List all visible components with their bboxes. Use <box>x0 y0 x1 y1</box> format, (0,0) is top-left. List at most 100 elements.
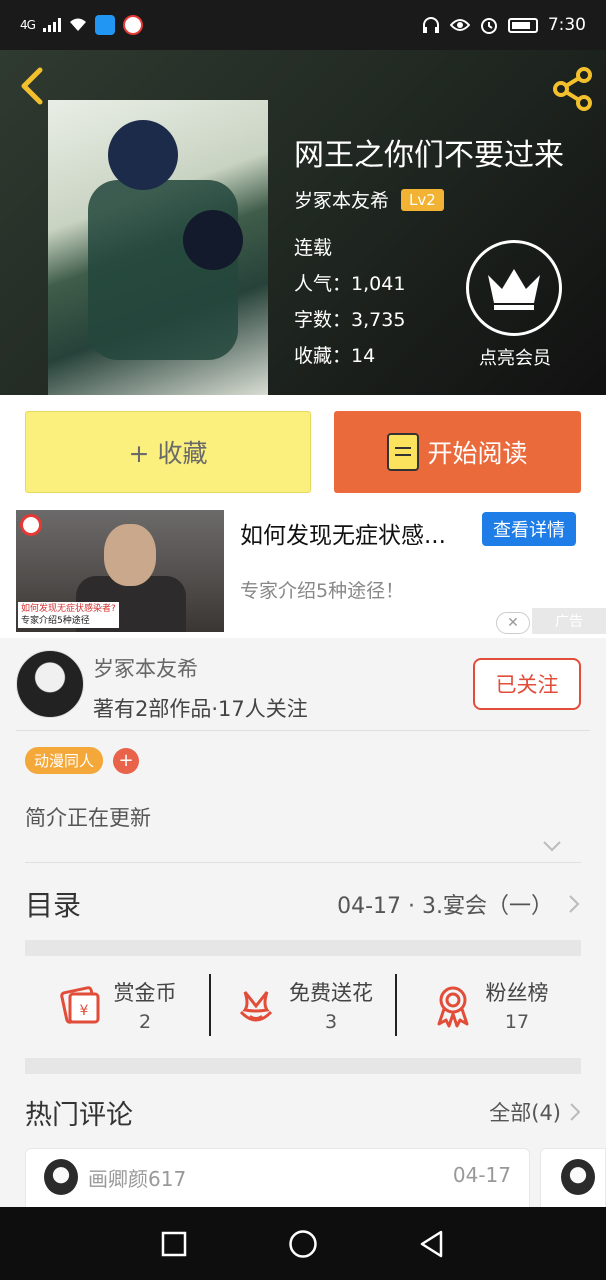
author-name[interactable]: 岁冢本友希 <box>294 186 389 213</box>
avatar[interactable] <box>561 1159 595 1195</box>
add-tag-button[interactable]: + <box>113 747 140 774</box>
eye-icon <box>449 19 470 31</box>
ad-subtitle: 专家介绍5种途径！ <box>240 580 405 602</box>
fan-ranking-label: 粉丝榜 <box>485 981 549 1005</box>
vip-label: 点亮会员 <box>479 348 551 369</box>
expand-intro-button[interactable] <box>542 838 562 858</box>
section-separator <box>25 1058 581 1074</box>
vip-circle <box>466 240 562 336</box>
start-reading-button[interactable]: 开始阅读 <box>334 411 581 493</box>
free-flower-text: 免费送花 3 <box>289 977 373 1033</box>
table-of-contents-row[interactable]: 目录 04-17 · 3.宴会（一） <box>25 882 581 926</box>
hot-comments-title: 热门评论 <box>25 1099 133 1131</box>
triangle-back-icon <box>420 1230 442 1257</box>
medal-icon <box>437 986 468 1028</box>
level-badge: Lv2 <box>401 188 444 211</box>
ad-image[interactable]: 如何发现无症状感染者? 专家介绍5种途径 <box>16 510 224 632</box>
fan-ranking-value: 17 <box>504 1011 530 1033</box>
all-comments-link[interactable]: 全部(4) <box>489 1097 561 1127</box>
recent-apps-button[interactable] <box>156 1226 192 1262</box>
clock: 7:30 <box>547 15 586 35</box>
intro-text: 简介正在更新 <box>25 806 151 830</box>
comment-card[interactable] <box>540 1148 606 1208</box>
reward-coins-stat[interactable]: ¥ 赏金币 2 <box>25 977 209 1033</box>
vip-button[interactable]: 点亮会员 <box>466 240 564 370</box>
back-button[interactable] <box>16 66 52 106</box>
status-left: 4G <box>20 15 143 35</box>
square-icon <box>162 1231 187 1256</box>
alarm-icon <box>480 18 497 34</box>
author-divider <box>16 730 590 731</box>
home-button[interactable] <box>285 1226 321 1262</box>
status-bar: 4G 7:30 <box>0 0 606 50</box>
book-cover[interactable] <box>48 100 268 395</box>
start-reading-label: 开始阅读 <box>427 439 528 468</box>
book-title: 网王之你们不要过来 <box>294 138 564 173</box>
share-button[interactable] <box>550 66 596 112</box>
avatar[interactable] <box>44 1159 78 1195</box>
free-flower-value: 3 <box>324 1011 338 1033</box>
section-separator <box>25 940 581 956</box>
ad-title[interactable]: 如何发现无症状感... <box>240 516 446 550</box>
support-stats: ¥ 赏金币 2 免费送花 3 粉丝榜 17 <box>25 970 581 1040</box>
status-right: 7:30 <box>422 15 586 35</box>
hot-comments-header: 热门评论 全部(4) <box>25 1092 581 1132</box>
word-count-value: 3,735 <box>351 309 406 331</box>
chevron-right-icon <box>569 895 580 913</box>
crown-icon <box>488 269 540 310</box>
chevron-right-icon[interactable] <box>569 1102 581 1122</box>
word-count-label: 字数： <box>294 309 352 331</box>
add-favorite-button[interactable]: + 收藏 <box>25 411 311 493</box>
popularity-value: 1,041 <box>351 273 406 295</box>
ad-image-figure-head <box>104 524 156 586</box>
popularity-row: 人气：1,041 <box>294 266 405 302</box>
follow-button[interactable]: 已关注 <box>473 658 581 710</box>
latest-chapter: 04-17 · 3.宴会（一） <box>337 894 553 919</box>
cover-figure-head <box>108 120 178 190</box>
action-bar: + 收藏 开始阅读 <box>0 395 606 510</box>
battery-icon <box>507 17 538 33</box>
fan-ranking-stat[interactable]: 粉丝榜 17 <box>397 977 581 1033</box>
headphone-icon <box>422 17 439 33</box>
favorites-label: 收藏： <box>294 345 352 367</box>
share-icon <box>553 67 592 111</box>
ad-image-caption: 如何发现无症状感染者? 专家介绍5种途径 <box>18 602 119 628</box>
chevron-left-icon <box>21 67 43 105</box>
comment-date: 04-17 <box>452 1163 511 1187</box>
fan-ranking-text: 粉丝榜 17 <box>486 977 549 1033</box>
news-app-icon <box>122 15 143 35</box>
ad-tag: 广告 <box>532 608 606 634</box>
free-flower-label: 免费送花 <box>289 981 373 1005</box>
ad-view-details-button[interactable]: 查看详情 <box>482 512 576 546</box>
comment-card[interactable]: 画卿颜617 04-17 <box>25 1148 530 1208</box>
ad-banner[interactable]: 如何发现无症状感染者? 专家介绍5种途径 如何发现无症状感... 查看详情 专家… <box>0 510 606 638</box>
book-header: 网王之你们不要过来 岁冢本友希 Lv2 连载 人气：1,041 字数：3,735… <box>0 50 606 395</box>
ad-image-caption-line-1: 如何发现无症状感染者? <box>21 604 116 614</box>
cover-figure-head-2 <box>183 210 243 270</box>
author-card-name[interactable]: 岁冢本友希 <box>93 653 198 683</box>
red-envelope-icon: ¥ <box>59 986 99 1024</box>
author-card: 岁冢本友希 著有2部作品·17人关注 已关注 <box>0 638 606 732</box>
reward-coins-label: 赏金币 <box>113 981 177 1005</box>
word-count-row: 字数：3,735 <box>294 302 405 338</box>
network-indicator: 4G <box>20 18 36 32</box>
author-works-summary: 著有2部作品·17人关注 <box>93 697 308 721</box>
comment-user[interactable]: 画卿颜617 <box>88 1163 186 1192</box>
intro-divider <box>25 862 581 863</box>
avatar[interactable] <box>16 650 84 718</box>
toc-title: 目录 <box>25 889 82 922</box>
tag-item[interactable]: 动漫同人 <box>25 747 104 774</box>
book-icon <box>387 433 420 471</box>
chevron-down-icon <box>543 841 561 852</box>
app-notification-icon <box>94 15 115 35</box>
signal-icon <box>42 18 61 32</box>
svg-text:¥: ¥ <box>79 1003 88 1019</box>
wifi-icon <box>69 18 86 31</box>
ad-close-button[interactable]: ✕ <box>496 612 530 634</box>
reward-coins-value: 2 <box>138 1011 152 1033</box>
serial-status: 连载 <box>294 237 333 259</box>
system-nav-bar <box>0 1207 606 1280</box>
free-flower-stat[interactable]: 免费送花 3 <box>211 977 395 1033</box>
reward-coins-text: 赏金币 2 <box>114 977 177 1033</box>
back-nav-button[interactable] <box>414 1226 450 1262</box>
